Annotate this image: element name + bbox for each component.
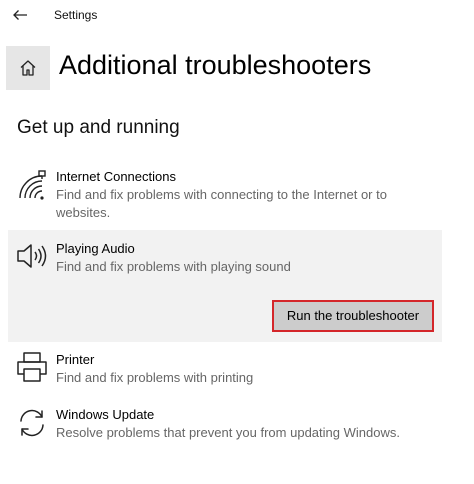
troubleshooter-internet-connections[interactable]: Internet Connections Find and fix proble… (8, 164, 442, 226)
wifi-network-icon (19, 170, 46, 200)
troubleshooter-printer[interactable]: Printer Find and fix problems with print… (8, 346, 442, 394)
item-description: Resolve problems that prevent you from u… (56, 425, 400, 440)
troubleshooter-playing-audio[interactable]: Playing Audio Find and fix problems with… (8, 230, 442, 342)
sync-icon (20, 409, 44, 437)
item-name: Printer (56, 352, 95, 367)
section-title: Get up and running (17, 117, 180, 138)
page-title: Additional troubleshooters (59, 50, 372, 80)
run-troubleshooter-label: Run the troubleshooter (286, 308, 420, 323)
troubleshooter-windows-update[interactable]: Windows Update Resolve problems that pre… (8, 402, 442, 450)
item-name: Windows Update (56, 407, 155, 422)
item-description: Find and fix problems with printing (56, 370, 254, 385)
speaker-icon (17, 244, 47, 268)
item-name: Internet Connections (56, 169, 176, 184)
item-name: Playing Audio (56, 241, 135, 256)
item-description: Find and fix problems with connecting to… (56, 187, 387, 220)
printer-icon (17, 352, 47, 382)
back-button[interactable] (8, 4, 32, 26)
back-arrow-icon (13, 10, 27, 20)
title-bar: Settings (0, 0, 474, 32)
home-icon (20, 60, 36, 76)
home-button[interactable] (6, 46, 50, 90)
run-troubleshooter-button[interactable]: Run the troubleshooter (272, 300, 434, 332)
app-title: Settings (54, 8, 98, 22)
item-description: Find and fix problems with playing sound (56, 259, 291, 274)
